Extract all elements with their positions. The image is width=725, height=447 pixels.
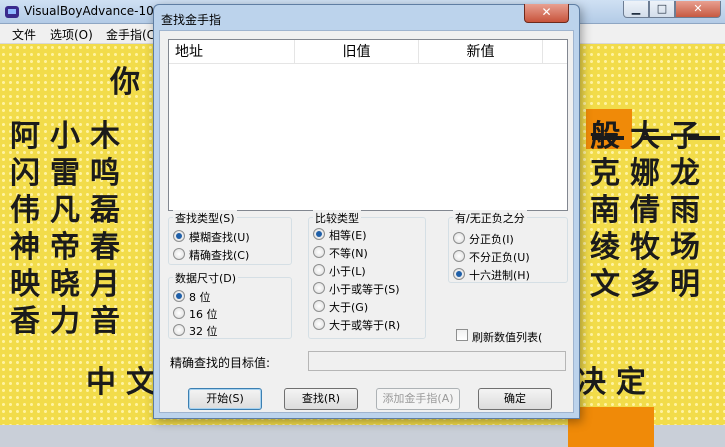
option-label: 小于或等于(S) bbox=[329, 283, 400, 296]
option-label: 大于(G) bbox=[329, 301, 369, 314]
radio-button[interactable] bbox=[313, 246, 325, 258]
option-label: 模糊查找(U) bbox=[189, 231, 250, 244]
data-size-group: 数据尺寸(D) 8 位 16 位 32 位 bbox=[168, 270, 292, 339]
vba-minimize-button[interactable]: ▁ bbox=[623, 1, 649, 18]
column-new-value[interactable]: 新值 bbox=[419, 40, 543, 64]
radio-button[interactable] bbox=[453, 232, 465, 244]
radio-button[interactable] bbox=[313, 264, 325, 276]
option-label: 8 位 bbox=[189, 291, 211, 304]
game-confirm-highlight bbox=[568, 407, 654, 447]
radio-button[interactable] bbox=[453, 250, 465, 262]
game-text-row: 闪雷鸣 bbox=[10, 156, 130, 191]
radio-button[interactable] bbox=[313, 300, 325, 312]
checkbox-box[interactable] bbox=[456, 329, 468, 341]
ok-button[interactable]: 确定 bbox=[478, 388, 552, 410]
target-value-input[interactable] bbox=[308, 351, 566, 371]
option-label: 大于或等于(R) bbox=[329, 319, 401, 332]
game-text-row: 南倩雨 bbox=[590, 193, 710, 228]
search-type-group: 查找类型(S) 模糊查找(U) 精确查找(C) bbox=[168, 210, 292, 265]
radio-button[interactable] bbox=[173, 248, 185, 260]
dialog-title: 查找金手指 bbox=[161, 13, 222, 27]
game-text: 你 bbox=[110, 65, 150, 100]
add-cheat-button[interactable]: 添加金手指(A) bbox=[376, 388, 460, 410]
vba-close-button[interactable]: ✕ bbox=[675, 1, 721, 18]
cheat-search-dialog: 查找金手指 ✕ 地址 旧值 新值 查找类型(S) 模糊查找(U) 精确查找(C)… bbox=[153, 4, 580, 419]
compare-type-group: 比较类型 相等(E) 不等(N) 小于(L) 小于或等于(S) 大于(G) 大于… bbox=[308, 210, 426, 339]
option-label: 精确查找(C) bbox=[189, 249, 250, 262]
radio-button[interactable] bbox=[173, 290, 185, 302]
signed-label: 有/无正负之分 bbox=[453, 210, 527, 226]
option-label: 16 位 bbox=[189, 308, 218, 321]
compare-type-label: 比较类型 bbox=[313, 210, 361, 226]
game-text-row: 伟凡磊 bbox=[10, 193, 130, 228]
start-button[interactable]: 开始(S) bbox=[188, 388, 262, 410]
option-label: 相等(E) bbox=[329, 229, 367, 242]
checkbox-label: 刷新数值列表( bbox=[472, 331, 543, 344]
data-size-label: 数据尺寸(D) bbox=[173, 270, 239, 286]
search-results-list[interactable]: 地址 旧值 新值 bbox=[168, 39, 568, 211]
radio-button[interactable] bbox=[173, 324, 185, 336]
game-text-row: 文多明 bbox=[590, 267, 710, 302]
radio-button[interactable] bbox=[453, 268, 465, 280]
target-value-label: 精确查找的目标值: bbox=[170, 356, 271, 370]
menu-file[interactable]: 文件 bbox=[12, 26, 36, 43]
column-address[interactable]: 地址 bbox=[169, 40, 295, 64]
radio-button[interactable] bbox=[313, 282, 325, 294]
game-text-row: 绫牧场 bbox=[590, 230, 710, 265]
search-type-label: 查找类型(S) bbox=[173, 210, 237, 226]
column-old-value[interactable]: 旧值 bbox=[295, 40, 419, 64]
game-text-row: 阿小木 bbox=[10, 119, 130, 154]
option-label: 十六进制(H) bbox=[469, 269, 530, 282]
option-label: 不等(N) bbox=[329, 247, 368, 260]
vba-maximize-button[interactable]: □ bbox=[649, 1, 675, 18]
dialog-body: 地址 旧值 新值 查找类型(S) 模糊查找(U) 精确查找(C) 数据尺寸(D)… bbox=[159, 30, 574, 413]
game-text: 决定 bbox=[576, 365, 656, 400]
game-text-row: 般大子 bbox=[590, 119, 710, 154]
dialog-close-button[interactable]: ✕ bbox=[524, 4, 569, 23]
menu-cheats[interactable]: 金手指(C) bbox=[106, 26, 160, 43]
option-label: 不分正负(U) bbox=[469, 251, 530, 264]
signed-group: 有/无正负之分 分正负(I) 不分正负(U) 十六进制(H) bbox=[448, 210, 568, 283]
option-label: 小于(L) bbox=[329, 265, 366, 278]
radio-button[interactable] bbox=[313, 318, 325, 330]
radio-button[interactable] bbox=[173, 230, 185, 242]
vba-window-title: VisualBoyAdvance-100 bbox=[24, 4, 162, 18]
option-label: 32 位 bbox=[189, 325, 218, 338]
results-header: 地址 旧值 新值 bbox=[169, 40, 567, 64]
game-text-row: 香力音 bbox=[10, 304, 130, 339]
option-label: 分正负(I) bbox=[469, 233, 514, 246]
game-text-row: 映晓月 bbox=[10, 267, 130, 302]
menu-options[interactable]: 选项(O) bbox=[50, 26, 93, 43]
game-text-row: 克娜龙 bbox=[590, 156, 710, 191]
radio-button[interactable] bbox=[173, 307, 185, 319]
vba-app-icon bbox=[5, 6, 19, 18]
search-button[interactable]: 查找(R) bbox=[284, 388, 358, 410]
game-text-row: 神帝春 bbox=[10, 230, 130, 265]
radio-button[interactable] bbox=[313, 228, 325, 240]
